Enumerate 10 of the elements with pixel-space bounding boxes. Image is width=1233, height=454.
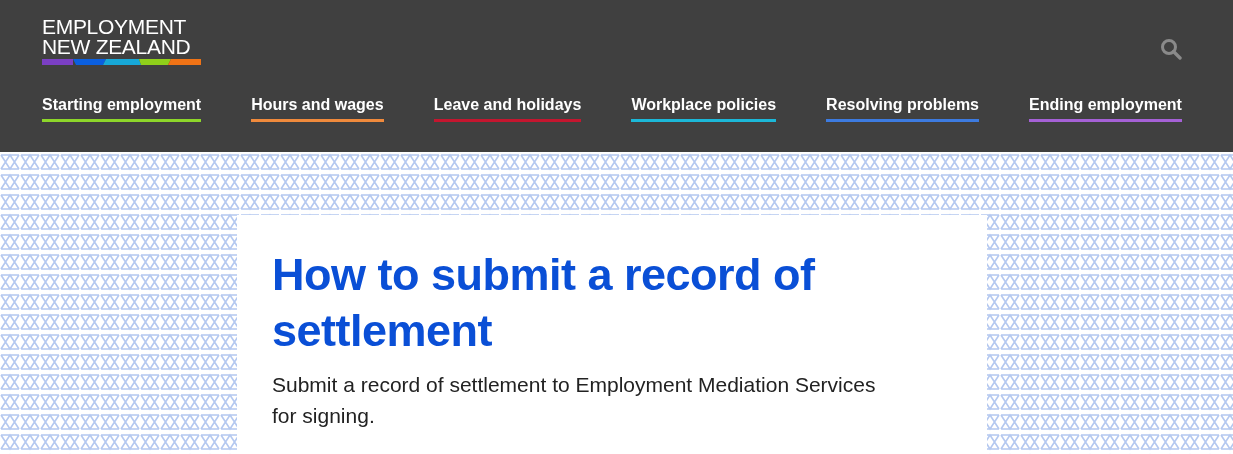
nav-link[interactable]: Workplace policies bbox=[631, 96, 777, 122]
nav-link[interactable]: Starting employment bbox=[42, 96, 202, 122]
page-title: How to submit a record of settlement bbox=[272, 248, 816, 358]
search-icon[interactable] bbox=[1160, 38, 1182, 60]
site-logo[interactable]: EMPLOYMENT NEW ZEALAND bbox=[42, 17, 201, 65]
nav-link[interactable]: Hours and wages bbox=[251, 96, 384, 122]
page-summary: Submit a record of settlement to Employment Mediation Services for signing. bbox=[272, 372, 877, 429]
nav-link[interactable]: Ending employment bbox=[1029, 96, 1182, 122]
nav-link[interactable]: Resolving problems bbox=[826, 96, 979, 122]
nav-link[interactable]: Leave and holidays bbox=[433, 96, 582, 122]
